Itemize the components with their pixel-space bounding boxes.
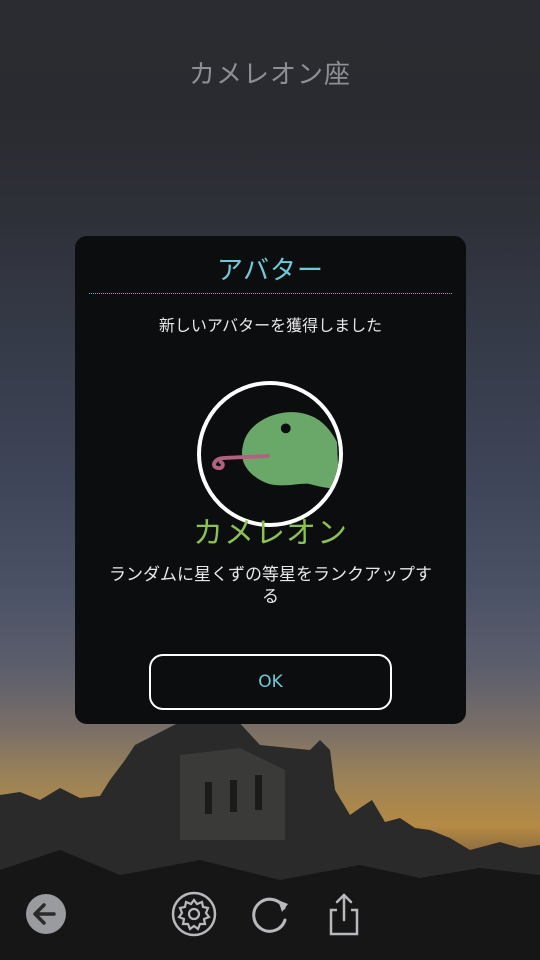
chameleon-avatar-icon (212, 412, 339, 489)
dialog-title: アバター (217, 256, 324, 286)
avatar-dialog: アバター 新しいアバターを獲得しました カメレオン ランダムに星くずの等星をラン… (75, 236, 466, 724)
refresh-icon[interactable] (246, 890, 294, 938)
bottom-toolbar (0, 890, 540, 950)
avatar-description: ランダムに星くずの等星をランクアップする (109, 565, 432, 607)
back-arrow-icon[interactable] (22, 890, 70, 938)
share-icon[interactable] (320, 890, 368, 938)
page-title: カメレオン座 (188, 60, 351, 90)
avatar-image (197, 381, 343, 527)
avatar-name: カメレオン (193, 516, 348, 551)
ok-button[interactable]: OK (149, 654, 392, 710)
dialog-message: 新しいアバターを獲得しました (158, 316, 383, 335)
gear-icon[interactable] (170, 890, 218, 938)
dialog-divider (89, 293, 452, 294)
